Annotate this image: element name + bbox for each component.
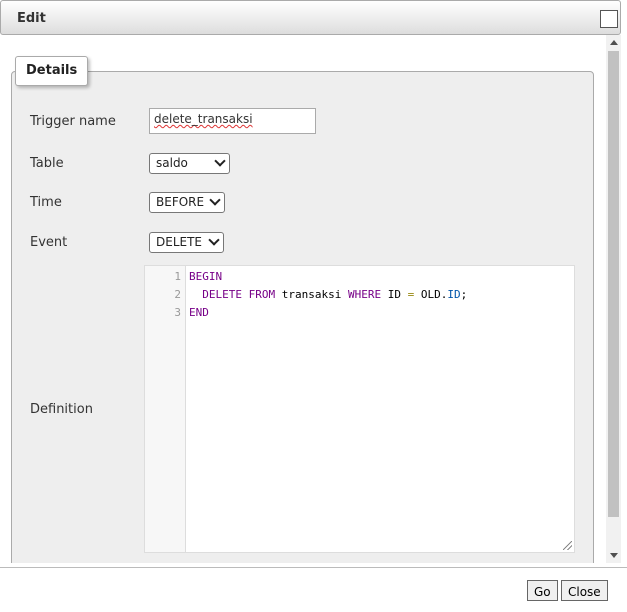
keyword-end: END: [189, 306, 209, 319]
line-number: 2: [174, 288, 181, 301]
time-select[interactable]: BEFORE: [149, 192, 225, 213]
old-column-identifier: ID: [447, 288, 461, 301]
table-identifier: transaksi: [281, 288, 342, 301]
column-identifier: ID: [387, 288, 401, 301]
old-identifier: OLD: [420, 288, 441, 301]
keyword-from: FROM: [248, 288, 276, 301]
code-line-3: END: [189, 306, 209, 319]
table-select-value: saldo: [156, 156, 188, 170]
table-label: Table: [30, 156, 64, 171]
go-button[interactable]: Go: [527, 580, 558, 601]
event-select[interactable]: DELETE: [149, 232, 224, 253]
semicolon: ;: [460, 288, 468, 301]
definition-label: Definition: [30, 402, 93, 417]
code-line-1: BEGIN: [189, 270, 222, 283]
line-number-gutter: 1 2 3: [145, 266, 186, 552]
maximize-icon[interactable]: [600, 10, 618, 28]
line-number: 3: [174, 306, 181, 319]
resize-handle-icon[interactable]: [563, 541, 572, 550]
chevron-down-icon: [209, 194, 221, 206]
time-label: Time: [30, 195, 62, 210]
chevron-down-icon: [208, 234, 220, 246]
keyword-where: WHERE: [347, 288, 382, 301]
chevron-down-icon: [214, 155, 226, 167]
trigger-name-value: delete_transaksi: [154, 112, 253, 126]
operator-equals: =: [407, 288, 415, 301]
line-number: 1: [174, 270, 181, 283]
trigger-name-label: Trigger name: [30, 114, 116, 129]
event-select-value: DELETE: [156, 235, 203, 249]
code-line-2: DELETE FROM transaksi WHERE ID = OLD.ID;: [189, 288, 467, 301]
dialog-footer: Go Close: [0, 567, 627, 612]
vertical-scrollbar[interactable]: [606, 35, 621, 563]
scroll-up-arrow-icon[interactable]: [610, 40, 618, 45]
close-button[interactable]: Close: [561, 580, 608, 601]
details-legend: Details: [15, 56, 89, 86]
event-label: Event: [30, 235, 68, 250]
keyword-begin: BEGIN: [189, 270, 223, 283]
dialog-title: Edit: [17, 11, 46, 26]
table-select[interactable]: saldo: [149, 153, 230, 174]
trigger-name-input[interactable]: delete_transaksi: [149, 108, 316, 134]
definition-editor[interactable]: 1 2 3 BEGIN DELETE FROM transaksi WHERE …: [144, 265, 575, 553]
scroll-down-arrow-icon[interactable]: [610, 553, 618, 558]
dialog-titlebar[interactable]: Edit: [0, 0, 621, 35]
keyword-delete: DELETE: [202, 288, 242, 301]
dialog-content: Details Trigger name delete_transaksi Ta…: [0, 35, 606, 563]
scrollbar-thumb[interactable]: [608, 51, 619, 517]
time-select-value: BEFORE: [156, 195, 205, 209]
